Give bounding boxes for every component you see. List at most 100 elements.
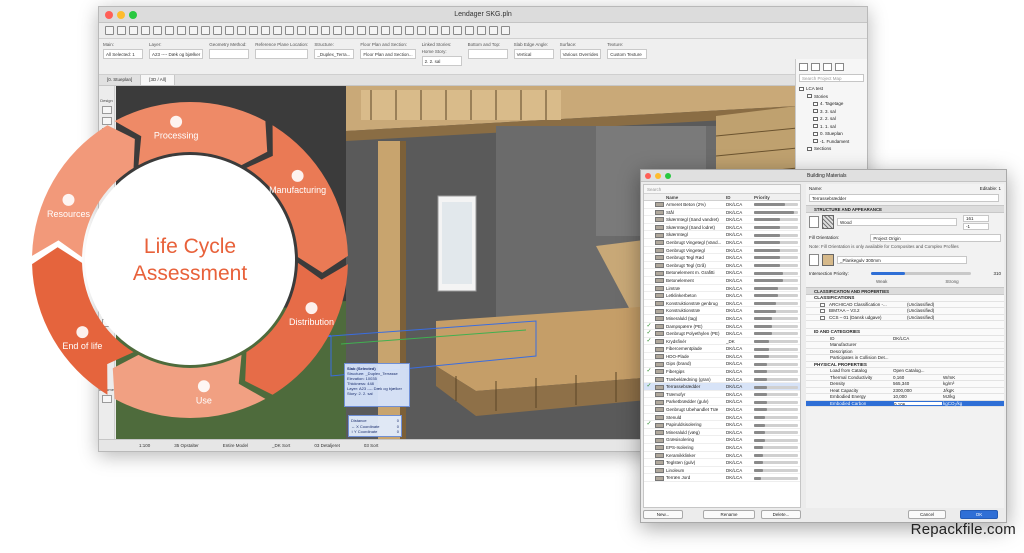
toolbar-tool-icon[interactable] bbox=[501, 26, 510, 35]
rename-material-button[interactable]: Rename bbox=[703, 510, 755, 519]
toolbar-tool-icon[interactable] bbox=[105, 26, 114, 35]
structure-appearance-section[interactable]: STRUCTURE AND APPEARANCE bbox=[806, 205, 1004, 213]
material-row[interactable]: Letklinkerbeton DK/LCA bbox=[644, 292, 800, 300]
property-value[interactable]: DK/LCA bbox=[893, 336, 943, 342]
ok-button[interactable]: OK bbox=[960, 510, 998, 519]
navigator-item[interactable]: -1. Fundament bbox=[799, 138, 864, 146]
material-row[interactable]: Genbrugt Tegl Rød DK/LCA bbox=[644, 254, 800, 262]
material-row[interactable]: Mineraluld (tag) DK/LCA bbox=[644, 315, 800, 323]
toolbar-tool-icon[interactable] bbox=[141, 26, 150, 35]
property-value[interactable]: 0,106 bbox=[893, 400, 943, 406]
toolbar-tool-icon[interactable] bbox=[453, 26, 462, 35]
material-row[interactable]: Stenuld DK/LCA bbox=[644, 414, 800, 422]
toolbar-tool-icon[interactable] bbox=[441, 26, 450, 35]
material-row[interactable]: Konstruktionstræ DK/LCA bbox=[644, 307, 800, 315]
toolbar-tool-icon[interactable] bbox=[429, 26, 438, 35]
toolbar-tool-icon[interactable] bbox=[213, 26, 222, 35]
material-row[interactable]: ✓ Genbrugt Polyethylen (PE) DK/LCA bbox=[644, 330, 800, 338]
infobox-value[interactable] bbox=[467, 49, 508, 59]
property-value[interactable]: 0,160 bbox=[893, 375, 943, 381]
tab-floor-plan[interactable]: [0. Stueplan] bbox=[99, 75, 142, 85]
material-row[interactable]: Betonelement m. Grafitti DK/LCA bbox=[644, 269, 800, 277]
cancel-button[interactable]: Cancel bbox=[908, 510, 946, 519]
material-row[interactable]: Terræn Jord DK/LCA bbox=[644, 474, 800, 482]
classification-value[interactable]: (Unclassified) bbox=[907, 308, 934, 314]
material-row[interactable]: Skærmtegl (Sand vandret) DK/LCA bbox=[644, 216, 800, 224]
infobox-value[interactable]: A23 ---- Dæk og bjælker bbox=[149, 49, 204, 59]
material-row[interactable]: ✓ Dampspærre (PE) DK/LCA bbox=[644, 323, 800, 331]
status-bar-item[interactable]: 03 Detaljeret bbox=[314, 443, 340, 448]
fill-orientation-dropdown[interactable]: Project Origin bbox=[870, 233, 1001, 242]
physical-property-row[interactable]: Embodied Carbon 0,106 kgCO₂/kg bbox=[806, 400, 1004, 407]
status-bar-item[interactable]: 03 Sort bbox=[364, 443, 379, 448]
navigator-item[interactable]: 2. 2. sal bbox=[799, 115, 864, 123]
dialog-minimize-button[interactable] bbox=[655, 173, 661, 179]
property-value[interactable]: 10,000 bbox=[893, 394, 943, 400]
new-material-button[interactable]: New... bbox=[643, 510, 683, 519]
infobox-value[interactable]: _Duplex_Terra... bbox=[314, 49, 355, 59]
toolbar-tool-icon[interactable] bbox=[237, 26, 246, 35]
material-row[interactable]: Gips (brand) DK/LCA bbox=[644, 360, 800, 369]
fill-pen-1-input[interactable]: 161 bbox=[963, 214, 989, 222]
navigator-item[interactable]: 3. 3. sal bbox=[799, 108, 864, 116]
infobox-value[interactable]: Floor Plan and Section... bbox=[360, 49, 416, 59]
material-row[interactable]: Parketbrædder (gulv) DK/LCA bbox=[644, 398, 800, 407]
material-row[interactable]: Genbrugt Tegl (Grå) DK/LCA bbox=[644, 262, 800, 270]
classification-value[interactable]: (Unclassified) bbox=[907, 315, 934, 321]
infobox-value[interactable] bbox=[255, 49, 309, 59]
toolbar-tool-icon[interactable] bbox=[333, 26, 342, 35]
property-value[interactable]: Open Catalog... bbox=[893, 368, 943, 374]
material-row[interactable]: ✓ Papiruldsisolering DK/LCA bbox=[644, 421, 800, 429]
status-bar-item[interactable]: 1:100 bbox=[139, 443, 150, 448]
classification-checkbox[interactable] bbox=[820, 302, 825, 307]
material-row[interactable]: Mineraluld (væg) DK/LCA bbox=[644, 429, 800, 437]
toolbar-tool-icon[interactable] bbox=[189, 26, 198, 35]
status-bar-item[interactable]: _DK Sort bbox=[272, 443, 290, 448]
navigator-item[interactable]: Stories bbox=[799, 93, 864, 101]
minimize-window-button[interactable] bbox=[117, 11, 125, 19]
material-row[interactable]: ✓ Fibergips DK/LCA bbox=[644, 368, 800, 376]
navigator-item[interactable]: 1. 1. sal bbox=[799, 123, 864, 131]
view-map-icon[interactable] bbox=[811, 63, 820, 71]
material-row[interactable]: HDO-Plade DK/LCA bbox=[644, 353, 800, 361]
material-row[interactable]: Limtræ DK/LCA bbox=[644, 285, 800, 293]
infobox-value[interactable]: All Selected: 1 bbox=[103, 49, 143, 59]
toolbar-tool-icon[interactable] bbox=[177, 26, 186, 35]
classification-checkbox[interactable] bbox=[820, 315, 825, 320]
toolbar-tool-icon[interactable] bbox=[489, 26, 498, 35]
surface-swatch[interactable] bbox=[822, 254, 834, 266]
navigator-item[interactable]: 0. Stueplan bbox=[799, 130, 864, 138]
material-row[interactable]: Træmofyr DK/LCA bbox=[644, 391, 800, 399]
toolbar-tool-icon[interactable] bbox=[477, 26, 486, 35]
material-row[interactable]: ✓ Krydsfinér _DK bbox=[644, 338, 800, 346]
infobox-value[interactable]: Custom Texture bbox=[607, 49, 648, 59]
toolbar-tool-icon[interactable] bbox=[273, 26, 282, 35]
wood-fill-swatch[interactable] bbox=[822, 215, 834, 229]
property-value[interactable] bbox=[893, 349, 943, 355]
infobox-value[interactable]: Vertical bbox=[513, 49, 554, 59]
navigator-item[interactable]: 4. Tagetage bbox=[799, 100, 864, 108]
classification-properties-section[interactable]: CLASSIFICATION AND PROPERTIES bbox=[806, 287, 1004, 295]
toolbar-tool-icon[interactable] bbox=[309, 26, 318, 35]
material-row[interactable]: Linoleum DK/LCA bbox=[644, 467, 800, 475]
status-bar-item[interactable]: 35 Opstalter bbox=[174, 443, 199, 448]
toolbar-tool-icon[interactable] bbox=[369, 26, 378, 35]
toolbar-tool-icon[interactable] bbox=[357, 26, 366, 35]
toolbar-tool-icon[interactable] bbox=[261, 26, 270, 35]
material-row[interactable]: Genbrugt Ubehandlet Træ DK/LCA bbox=[644, 406, 800, 414]
classification-checkbox[interactable] bbox=[820, 309, 825, 314]
material-row[interactable]: Træbeklædning (gran) DK/LCA bbox=[644, 376, 800, 384]
dialog-close-button[interactable] bbox=[645, 173, 651, 179]
toolbar-tool-icon[interactable] bbox=[201, 26, 210, 35]
navigator-item[interactable]: Sections bbox=[799, 145, 864, 153]
infobox-value[interactable]: 2. 2. sal bbox=[421, 56, 462, 66]
material-name-input[interactable]: Terrassebrædder bbox=[809, 193, 999, 202]
toolbar-tool-icon[interactable] bbox=[465, 26, 474, 35]
toolbar-tool-icon[interactable] bbox=[417, 26, 426, 35]
toolbar-tool-icon[interactable] bbox=[165, 26, 174, 35]
infobox-value[interactable] bbox=[209, 49, 250, 59]
status-bar-item[interactable]: Entire Model bbox=[223, 443, 248, 448]
toolbar-tool-icon[interactable] bbox=[345, 26, 354, 35]
material-row[interactable]: ✓ Terrassebrædder DK/LCA bbox=[644, 383, 800, 391]
column-id-header[interactable]: ID bbox=[726, 194, 754, 200]
